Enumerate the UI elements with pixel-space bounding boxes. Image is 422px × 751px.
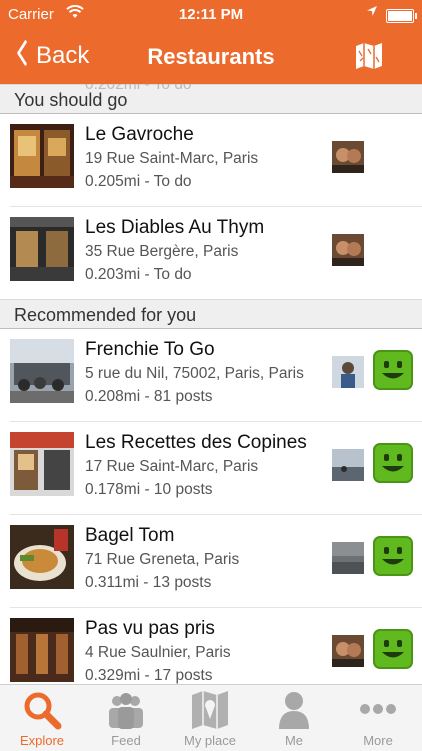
restaurant-photo (10, 525, 74, 589)
folded-map-icon (356, 43, 382, 69)
restaurant-address: 19 Rue Saint-Marc, Paris (85, 150, 259, 167)
more-icon (360, 704, 396, 714)
section-header-you-should-go: You should go (0, 84, 422, 114)
tab-label: Explore (19, 733, 65, 748)
restaurant-name: Les Recettes des Copines (85, 432, 307, 453)
tab-bar: Explore Feed My place Me More (0, 684, 422, 751)
restaurant-meta: 0.208mi - 81 posts (85, 388, 213, 405)
nav-bar: Back Restaurants (0, 30, 422, 84)
navigation-header: Carrier 12:11 PM Back Restaurants (0, 0, 422, 84)
smiley-rating-icon[interactable] (373, 629, 413, 669)
smiley-rating-icon[interactable] (373, 536, 413, 576)
restaurant-photo (10, 124, 74, 188)
section-header-recommended: Recommended for you (0, 299, 422, 329)
restaurant-name: Pas vu pas pris (85, 618, 215, 639)
smiley-rating-icon[interactable] (373, 443, 413, 483)
tab-me[interactable]: Me (252, 685, 336, 751)
restaurant-address: 71 Rue Greneta, Paris (85, 551, 240, 568)
avatar (332, 449, 364, 481)
avatar (332, 141, 364, 173)
clock: 12:11 PM (178, 6, 244, 23)
list-item[interactable]: Les Recettes des Copines 17 Rue Saint-Ma… (10, 422, 422, 515)
tab-label: More (363, 733, 393, 748)
tab-feed[interactable]: Feed (84, 685, 168, 751)
restaurant-photo (10, 618, 74, 682)
restaurant-meta: 0.203mi - To do (85, 266, 192, 283)
map-view-button[interactable] (354, 42, 384, 70)
person-icon (279, 692, 309, 729)
restaurant-meta: 0.178mi - 10 posts (85, 481, 213, 498)
restaurant-name: Bagel Tom (85, 525, 175, 546)
restaurant-name: Frenchie To Go (85, 339, 215, 360)
people-icon (109, 693, 143, 729)
list-item[interactable]: Pas vu pas pris 4 Rue Saulnier, Paris 0.… (10, 608, 422, 684)
avatar (332, 234, 364, 266)
tab-my-place[interactable]: My place (168, 685, 252, 751)
restaurant-meta: 0.205mi - To do (85, 173, 192, 190)
list-item[interactable]: Frenchie To Go 5 rue du Nil, 75002, Pari… (10, 329, 422, 422)
list-item[interactable]: Les Diables Au Thym 35 Rue Bergère, Pari… (10, 207, 422, 299)
restaurant-address: 35 Rue Bergère, Paris (85, 243, 239, 260)
status-bar: Carrier 12:11 PM (0, 0, 422, 30)
tab-more[interactable]: More (336, 685, 420, 751)
avatar (332, 635, 364, 667)
restaurant-name: Le Gavroche (85, 124, 194, 145)
restaurant-address: 5 rue du Nil, 75002, Paris, Paris (85, 365, 304, 382)
smiley-rating-icon[interactable] (373, 350, 413, 390)
tab-label: My place (183, 733, 237, 748)
tab-explore[interactable]: Explore (0, 685, 84, 751)
search-icon (24, 692, 62, 730)
restaurant-photo (10, 217, 74, 281)
restaurant-meta: 0.311mi - 13 posts (85, 574, 212, 591)
tab-label: Me (284, 733, 304, 748)
restaurant-address: 4 Rue Saulnier, Paris (85, 644, 231, 661)
restaurant-name: Les Diables Au Thym (85, 217, 265, 238)
partial-row-meta: 0.202mi - To do (85, 84, 192, 93)
list-item[interactable]: Le Gavroche 19 Rue Saint-Marc, Paris 0.2… (10, 114, 422, 207)
list-item[interactable]: Bagel Tom 71 Rue Greneta, Paris 0.311mi … (10, 515, 422, 608)
map-icon (192, 691, 228, 729)
location-arrow-icon (366, 5, 378, 20)
restaurant-photo (10, 432, 74, 496)
restaurant-list[interactable]: 0.202mi - To do You should go Le Gavroch… (0, 84, 422, 684)
restaurant-meta: 0.329mi - 17 posts (85, 667, 213, 684)
restaurant-photo (10, 339, 74, 403)
restaurant-address: 17 Rue Saint-Marc, Paris (85, 458, 259, 475)
avatar (332, 356, 364, 388)
avatar (332, 542, 364, 574)
battery-icon (386, 9, 417, 23)
tab-label: Feed (111, 733, 141, 748)
